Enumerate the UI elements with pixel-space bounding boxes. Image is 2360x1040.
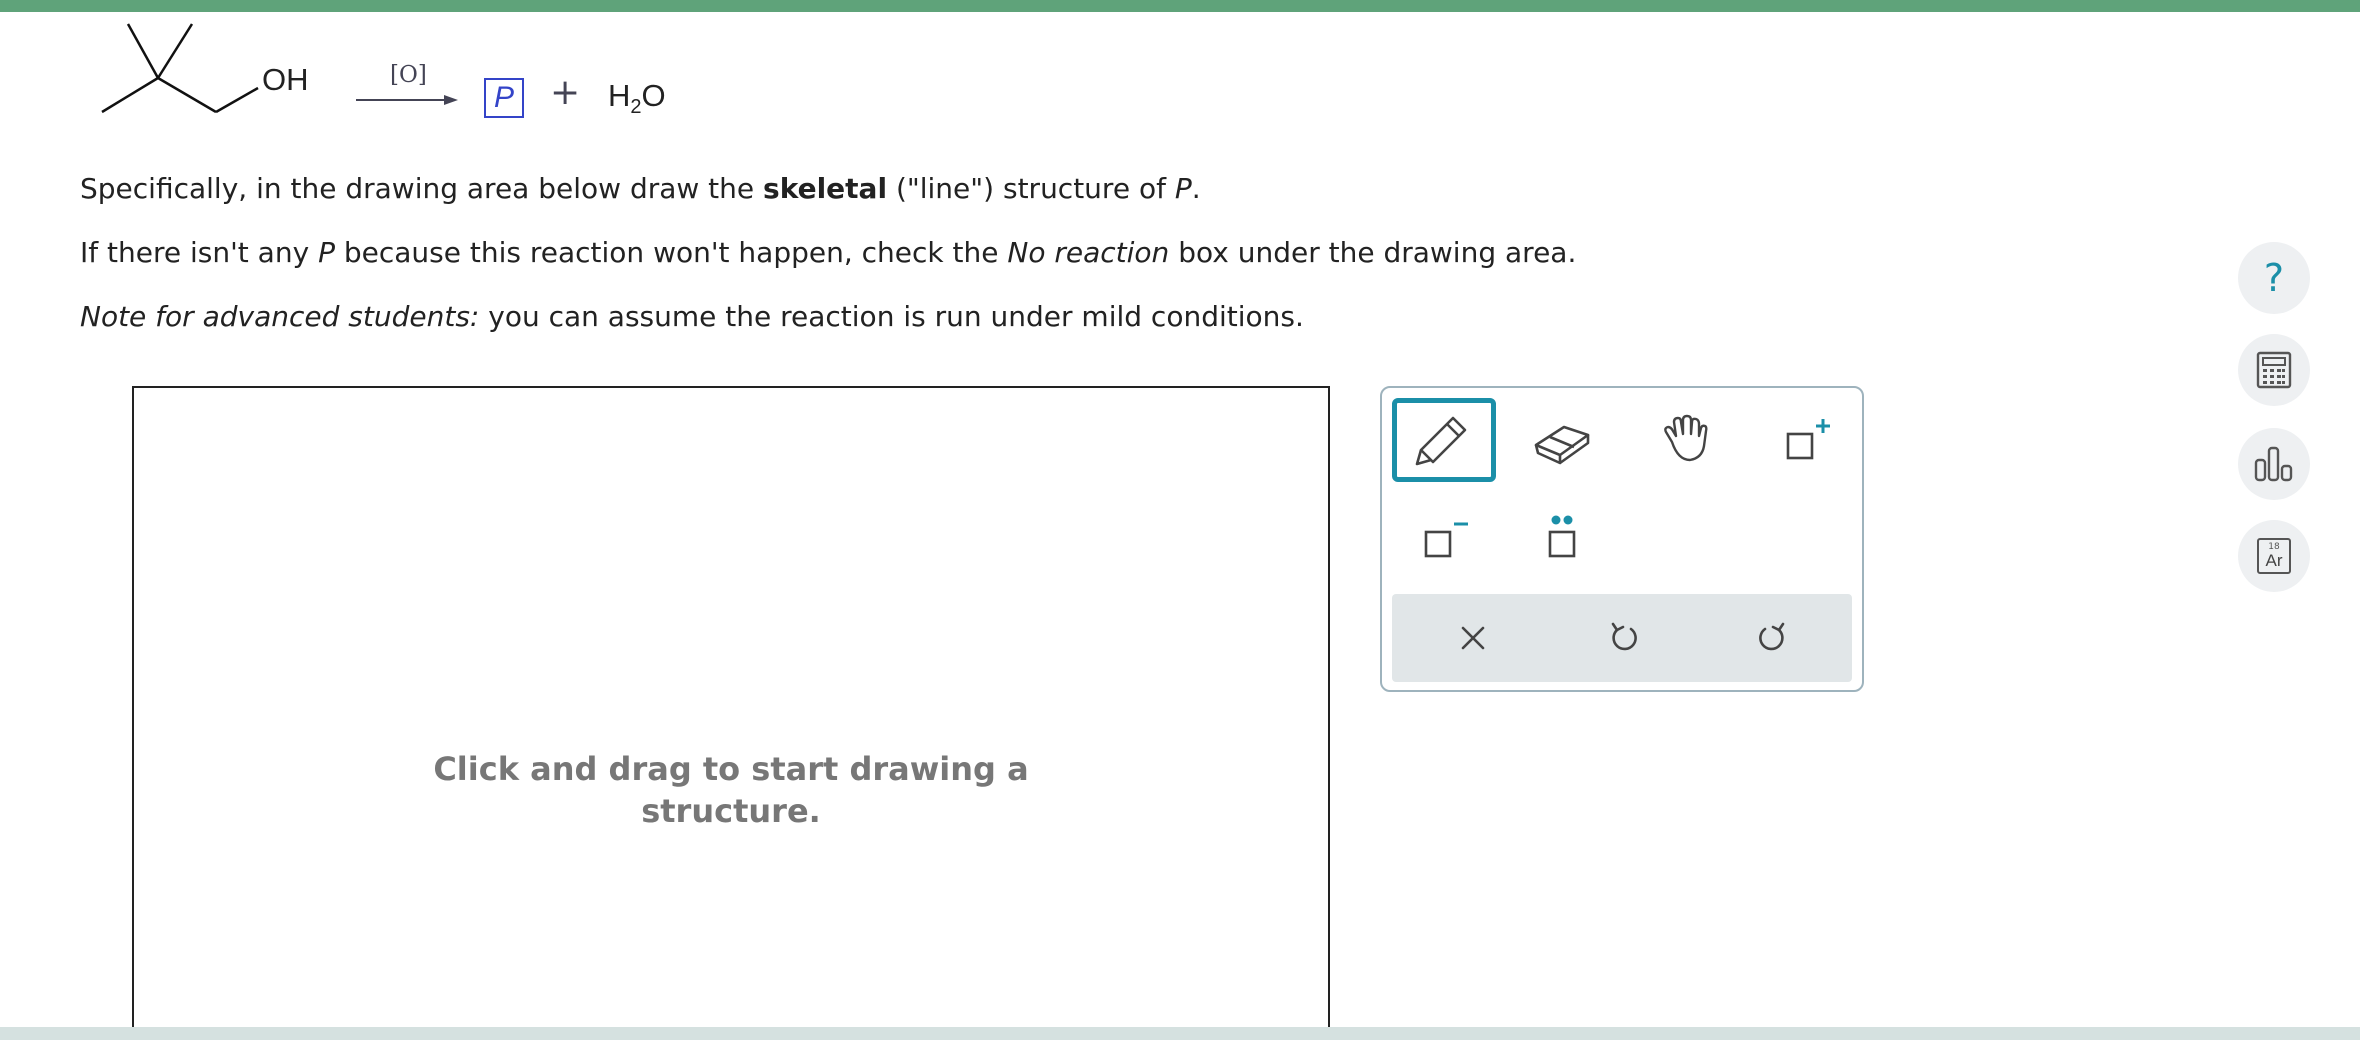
pencil-icon (1415, 416, 1467, 466)
water-formula: H2O (608, 78, 666, 119)
instruction-line-1: Specifically, in the drawing area below … (80, 172, 1201, 205)
redo-button[interactable] (1718, 594, 1828, 682)
eraser-icon (1534, 425, 1590, 465)
bottom-bar (0, 1027, 2360, 1040)
eraser-tool[interactable] (1510, 398, 1614, 482)
hand-icon (1664, 414, 1708, 462)
add-charge-icon (1786, 419, 1830, 460)
drawing-canvas[interactable]: Click and drag to start drawing a struct… (132, 386, 1330, 1036)
help-button[interactable]: ? (2238, 242, 2310, 314)
data-chart-button[interactable] (2238, 428, 2310, 500)
calculator-icon (2256, 351, 2292, 389)
lone-pair-tool[interactable] (1510, 496, 1614, 580)
redo-icon (1759, 622, 1785, 651)
hydroxyl-label: OH (262, 62, 309, 97)
instruction-line-3: Note for advanced students: you can assu… (80, 300, 1304, 333)
pencil-tool[interactable] (1392, 398, 1496, 482)
help-icon: ? (2263, 256, 2285, 300)
lone-pair-icon (1548, 515, 1576, 558)
periodic-table-button[interactable]: 18 Ar (2238, 520, 2310, 592)
hand-tool[interactable] (1632, 398, 1736, 482)
clear-icon (1461, 626, 1485, 650)
plus-sign: + (550, 72, 581, 113)
remove-charge-tool[interactable] (1392, 496, 1496, 580)
reagent-label: [O] (390, 62, 427, 88)
periodic-table-icon: 18 Ar (2257, 538, 2291, 574)
bar-chart-icon (2254, 446, 2293, 482)
undo-icon (1611, 622, 1637, 651)
clear-button[interactable] (1418, 594, 1528, 682)
undo-button[interactable] (1568, 594, 1678, 682)
instruction-line-2: If there isn't any P because this reacti… (80, 236, 1577, 269)
reaction-arrow (356, 95, 458, 105)
product-p-box: P (484, 78, 524, 118)
canvas-hint: Click and drag to start drawing a struct… (433, 750, 1029, 830)
action-bar (1392, 594, 1852, 682)
reaction-scheme: OH [O] P + H2O (0, 0, 760, 130)
add-charge-tool[interactable] (1754, 398, 1858, 482)
remove-charge-icon (1424, 522, 1468, 558)
calculator-button[interactable] (2238, 334, 2310, 406)
drawing-toolbox (1380, 386, 1864, 692)
